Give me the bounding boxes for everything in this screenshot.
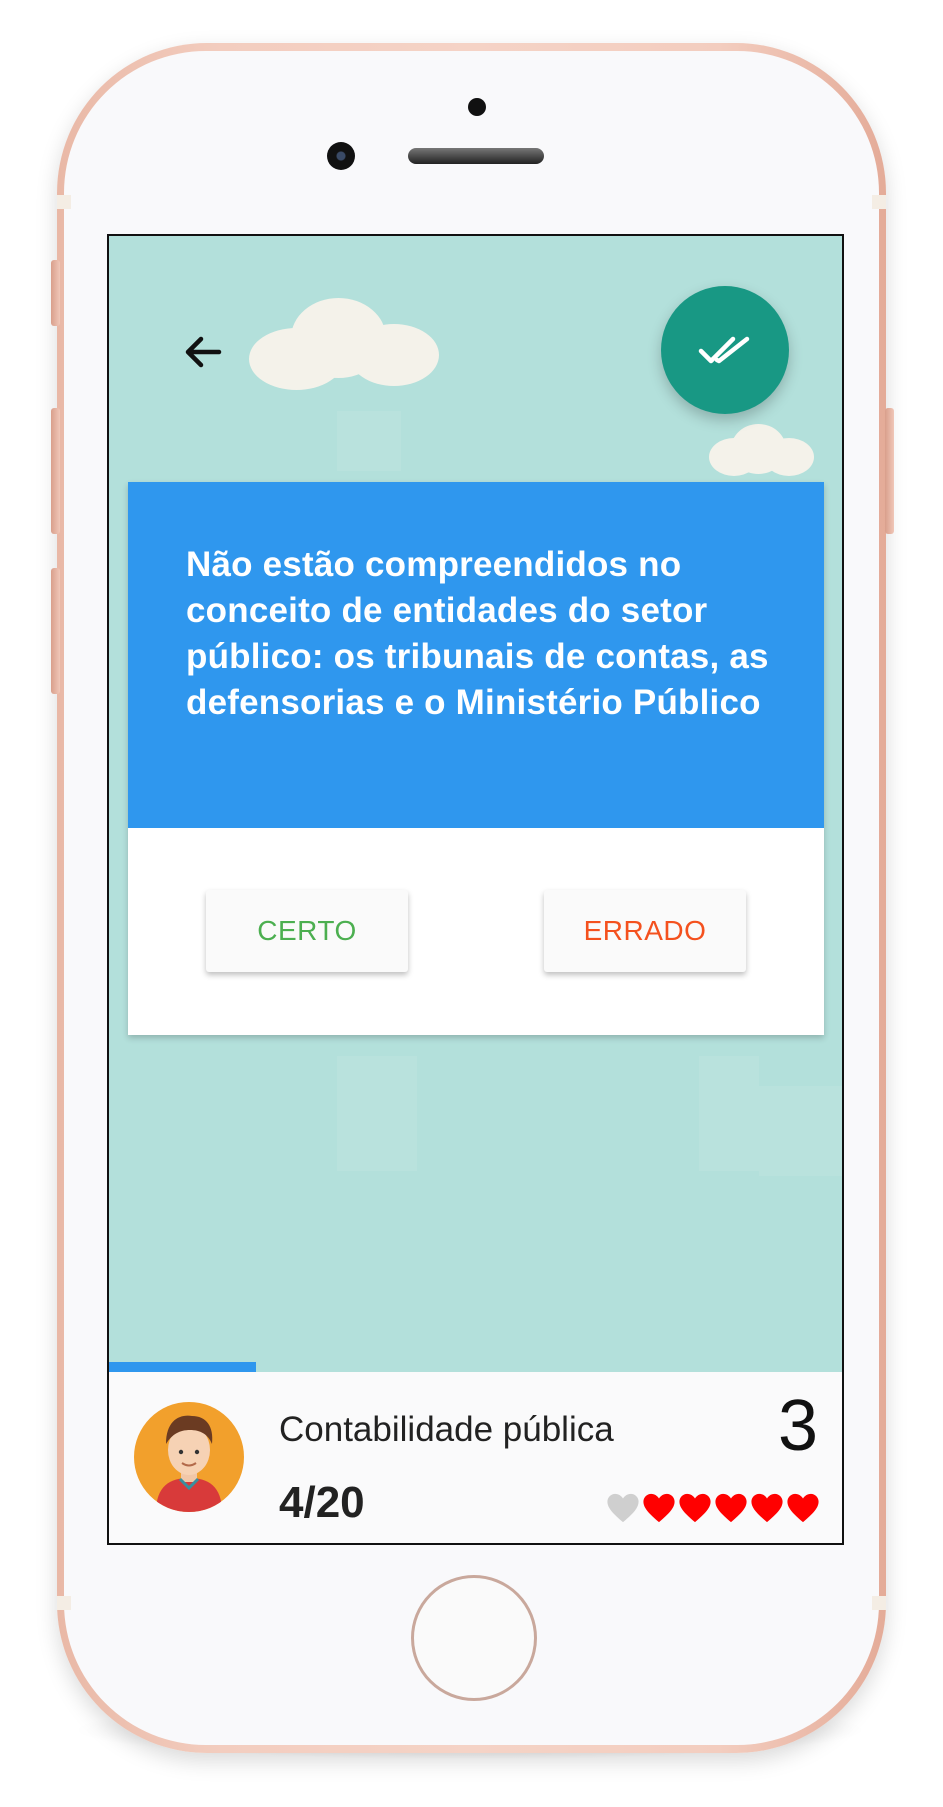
arrow-left-icon — [185, 336, 222, 368]
back-button[interactable] — [179, 328, 227, 376]
errado-button[interactable]: ERRADO — [544, 890, 746, 972]
quiz-topic: Contabilidade pública — [279, 1410, 614, 1449]
heart-icon — [607, 1493, 639, 1523]
side-button-mute — [51, 260, 60, 326]
quiz-progress-fill — [109, 1362, 256, 1372]
double-check-icon — [698, 336, 750, 364]
bg-building — [759, 1086, 842, 1176]
score: 3 — [777, 1386, 818, 1466]
earpiece-speaker — [408, 148, 544, 164]
side-button-power — [885, 408, 894, 534]
home-button[interactable] — [411, 1575, 537, 1701]
app-screen: Não estão compreendidos no conceito de e… — [107, 234, 844, 1545]
front-camera — [327, 142, 355, 170]
lives-hearts — [606, 1492, 820, 1524]
question-counter: 4/20 — [279, 1478, 365, 1527]
cloud-decoration — [709, 424, 814, 479]
antenna-line — [57, 1596, 71, 1610]
antenna-line — [872, 195, 886, 209]
heart-icon — [643, 1493, 675, 1523]
question-card: Não estão compreendidos no conceito de e… — [128, 482, 824, 1035]
cloud-decoration — [249, 298, 439, 398]
avatar[interactable] — [134, 1402, 244, 1512]
quiz-progress-bar — [109, 1362, 842, 1372]
question-text: Não estão compreendidos no conceito de e… — [186, 545, 769, 722]
done-fab-button[interactable] — [661, 286, 789, 414]
antenna-line — [872, 1596, 886, 1610]
heart-icon — [715, 1493, 747, 1523]
side-button-volume-up — [51, 408, 60, 534]
bg-building — [337, 411, 401, 471]
certo-button[interactable]: CERTO — [206, 890, 408, 972]
heart-icon — [751, 1493, 783, 1523]
question-card-header: Não estão compreendidos no conceito de e… — [128, 482, 824, 828]
side-button-volume-down — [51, 568, 60, 694]
heart-icon — [787, 1493, 819, 1523]
quiz-footer: Contabilidade pública 4/20 3 — [109, 1372, 842, 1543]
bg-building — [699, 1056, 759, 1171]
heart-icon — [679, 1493, 711, 1523]
antenna-line — [57, 195, 71, 209]
proximity-sensor — [468, 98, 486, 116]
bg-building — [337, 1056, 417, 1171]
user-avatar-icon — [156, 1415, 222, 1512]
